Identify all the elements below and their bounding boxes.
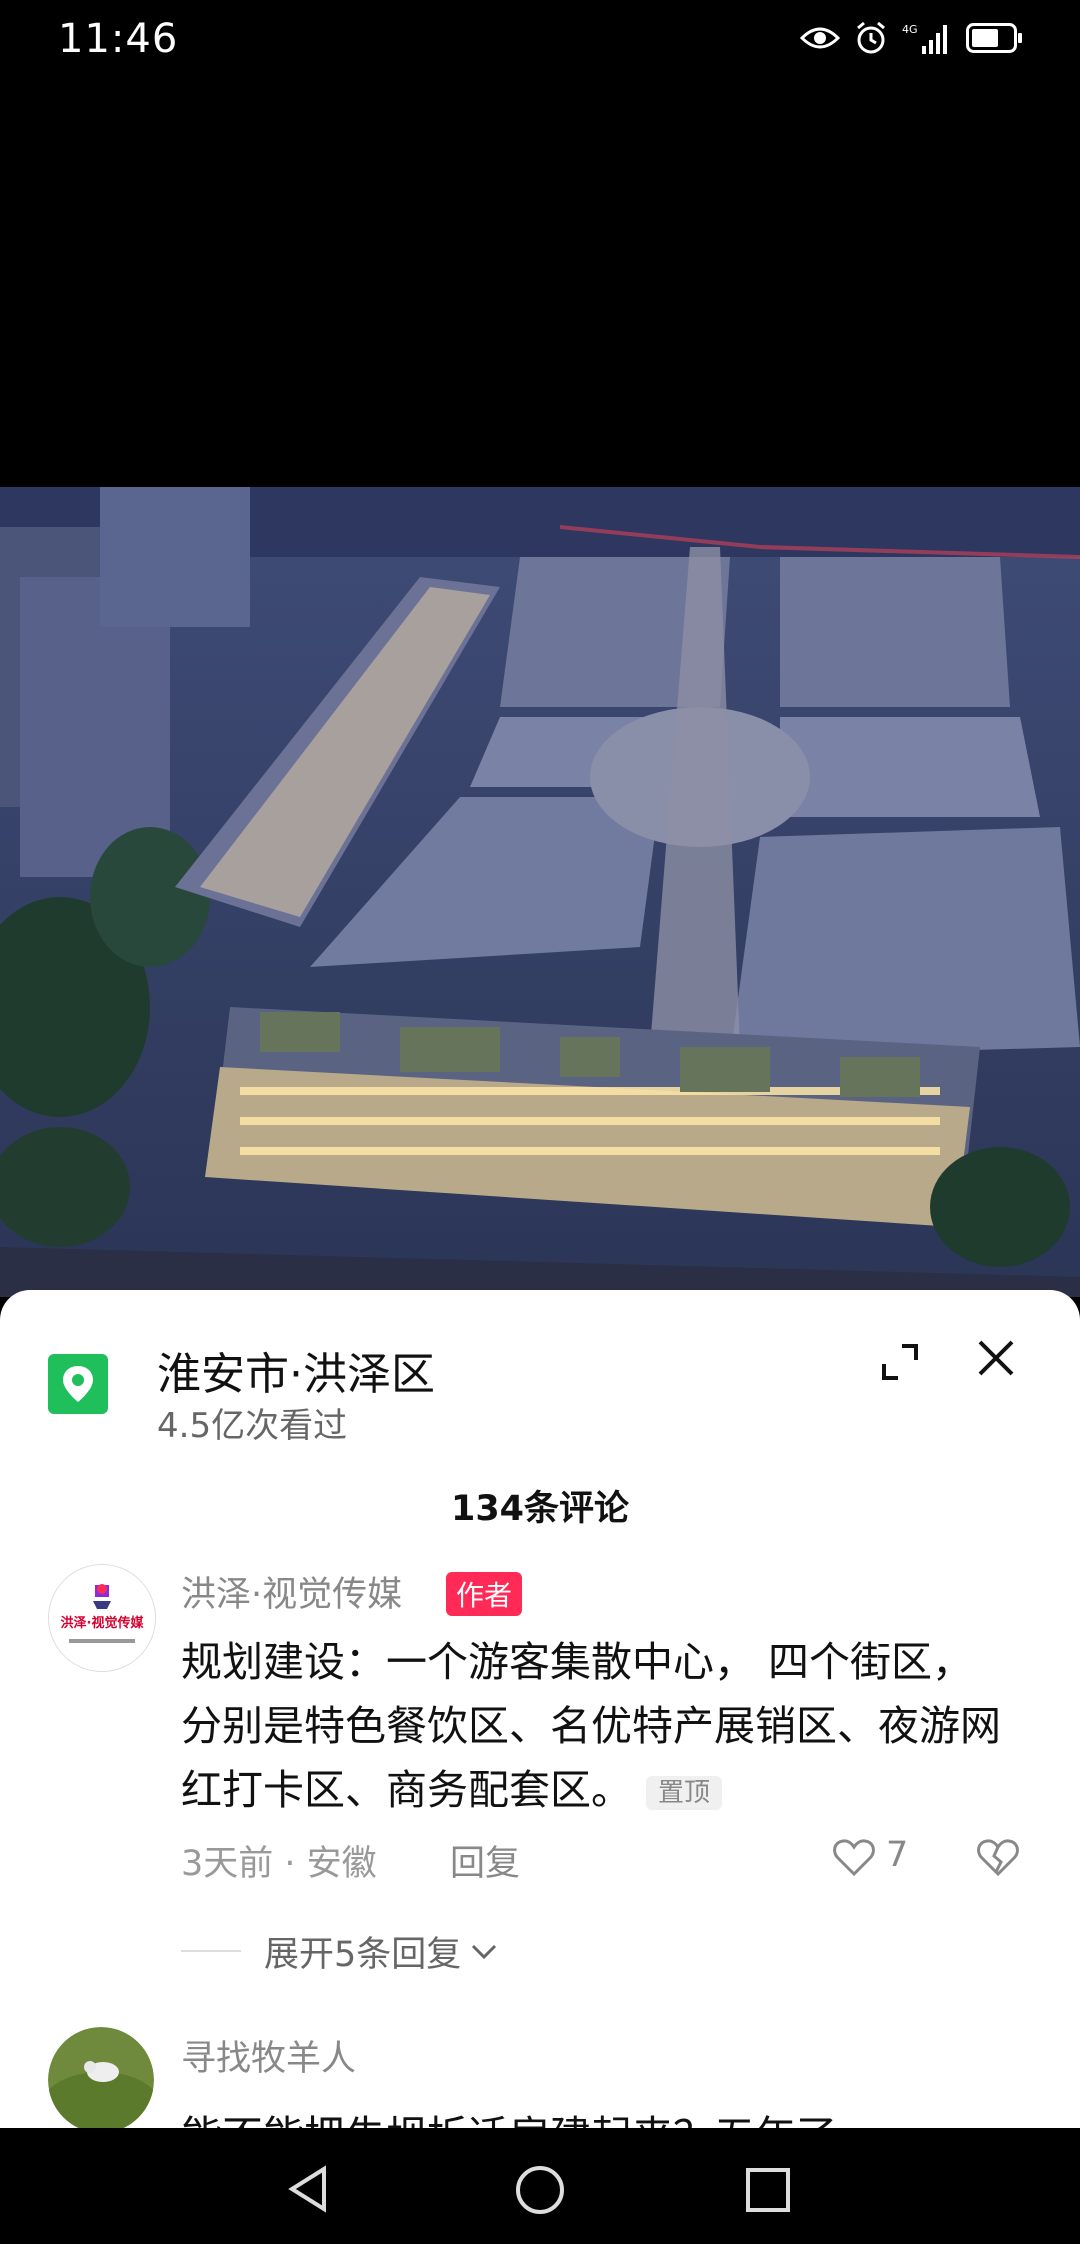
- comments-sheet: 淮安市·洪泽区 4.5亿次看过 134条评论 洪泽·视觉传媒 洪泽·视觉传媒 作…: [0, 1290, 1080, 2128]
- close-button[interactable]: [976, 1338, 1016, 1378]
- close-icon: [978, 1340, 1014, 1376]
- eye-icon: [800, 27, 840, 49]
- like-button[interactable]: [832, 1838, 876, 1878]
- status-bar: 11:46 4G: [0, 0, 1080, 84]
- avatar[interactable]: [48, 2027, 154, 2128]
- comment-time-location: 3天前 · 安徽: [181, 1844, 377, 1884]
- comment-author[interactable]: 寻找牧羊人: [181, 2030, 356, 2081]
- expand-button[interactable]: [876, 1338, 924, 1386]
- battery-icon: [966, 23, 1022, 53]
- comment-count: 134条评论: [450, 1489, 630, 1529]
- avatar-text: 洪泽·视觉传媒: [61, 1615, 145, 1631]
- chevron-down-icon: [472, 1944, 497, 1959]
- divider: [181, 1950, 241, 1952]
- comment-text: 能不能把朱坝拆迁房建起来？五年了，一: [181, 2102, 919, 2128]
- navigation-bar: [0, 2128, 1080, 2244]
- alarm-icon: [857, 21, 885, 54]
- back-icon[interactable]: [284, 2164, 334, 2214]
- recents-icon[interactable]: [744, 2166, 792, 2214]
- status-time: 11:46: [58, 16, 179, 62]
- heart-icon: [833, 1839, 875, 1877]
- expand-icon: [882, 1344, 918, 1380]
- reply-button[interactable]: 回复: [450, 1835, 520, 1886]
- svg-text:4G: 4G: [902, 23, 918, 36]
- pinned-badge: 置顶: [646, 1776, 723, 1810]
- location-pin-icon: [48, 1354, 108, 1414]
- status-icons: 4G: [800, 20, 1024, 56]
- comment-text-body: 规划建设：一个游客集散中心， 四个街区，分别是特色餐饮区、名优特产展销区、夜游网…: [181, 1638, 1001, 1814]
- aerial-render-image[interactable]: [0, 487, 1080, 1297]
- comment-text: 规划建设：一个游客集散中心， 四个街区，分别是特色餐饮区、名优特产展销区、夜游网…: [181, 1630, 1001, 1822]
- broken-heart-icon: [977, 1839, 1019, 1877]
- like-count: 7: [886, 1835, 909, 1875]
- dislike-button[interactable]: [976, 1838, 1020, 1878]
- expand-replies-button[interactable]: 展开5条回复: [264, 1926, 499, 1977]
- avatar[interactable]: 洪泽·视觉传媒: [48, 1564, 156, 1672]
- 4g-signal-icon: 4G: [902, 23, 947, 54]
- location-title[interactable]: 淮安市·洪泽区: [157, 1338, 435, 1402]
- home-icon[interactable]: [514, 2164, 566, 2216]
- comment-author[interactable]: 洪泽·视觉传媒: [181, 1566, 402, 1617]
- location-views: 4.5亿次看过: [157, 1406, 348, 1446]
- author-badge: 作者: [446, 1572, 523, 1616]
- expand-replies-label: 展开5条回复: [264, 1935, 462, 1975]
